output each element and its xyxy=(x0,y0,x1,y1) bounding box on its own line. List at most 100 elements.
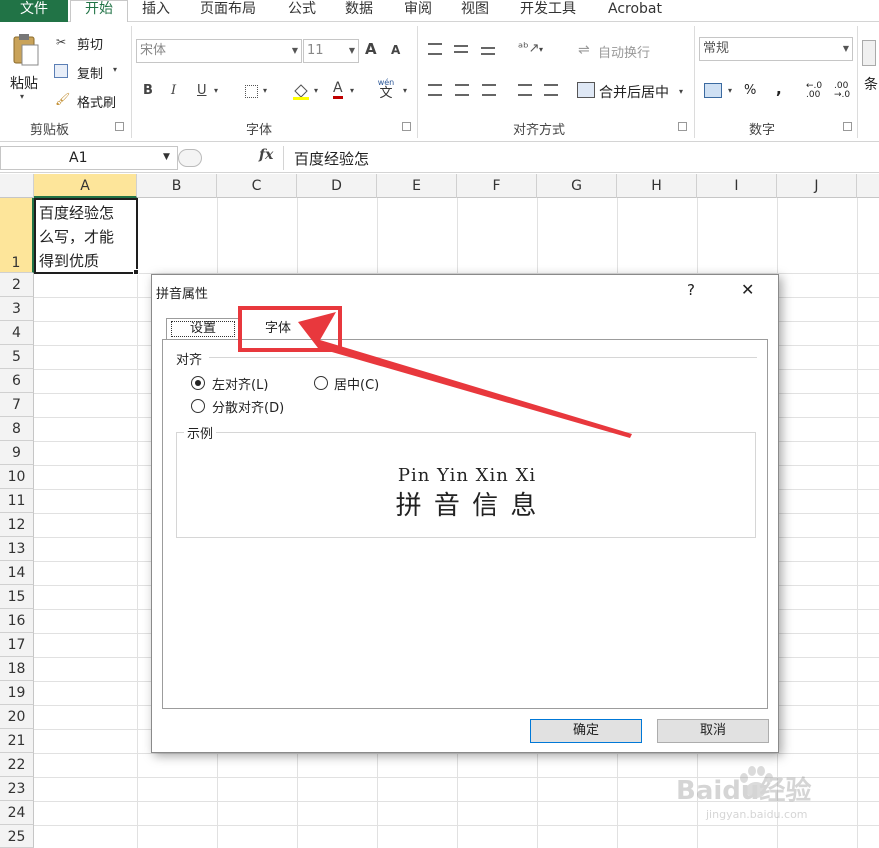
help-button[interactable]: ? xyxy=(687,281,695,299)
orientation-dropdown-icon[interactable]: ▾ xyxy=(539,45,543,54)
cell-a1[interactable]: 百度经验怎 么写，才能 得到优质 xyxy=(34,198,138,274)
tab-settings[interactable]: 设置 xyxy=(166,318,240,339)
border-icon[interactable] xyxy=(245,85,258,98)
row-header-12[interactable]: 12 xyxy=(0,513,34,537)
column-header-b[interactable]: B xyxy=(137,174,217,198)
name-box[interactable]: A1 ▼ xyxy=(0,146,178,170)
conditional-format-button[interactable]: 条 xyxy=(864,74,878,94)
phonetic-guide-icon[interactable]: wén 文 xyxy=(376,79,396,101)
underline-dropdown-icon[interactable]: ▾ xyxy=(214,86,218,95)
cut-button[interactable]: 剪切 xyxy=(77,34,103,53)
align-middle-icon[interactable] xyxy=(454,45,468,53)
column-header-e[interactable]: E xyxy=(377,174,457,198)
tab-formulas[interactable]: 公式 xyxy=(288,0,316,22)
comma-button[interactable]: , xyxy=(776,80,782,98)
border-dropdown-icon[interactable]: ▾ xyxy=(263,86,267,95)
radio-distributed-label[interactable]: 分散对齐(D) xyxy=(212,397,284,416)
paste-icon[interactable] xyxy=(10,33,40,67)
row-header-23[interactable]: 23 xyxy=(0,777,34,801)
merge-dropdown-icon[interactable]: ▾ xyxy=(679,87,683,96)
formula-input[interactable]: 百度经验怎 xyxy=(294,148,369,169)
tab-page-layout[interactable]: 页面布局 xyxy=(200,0,256,22)
row-header-9[interactable]: 9 xyxy=(0,441,34,465)
format-painter-button[interactable]: 格式刷 xyxy=(77,92,116,111)
font-color-icon[interactable]: A xyxy=(333,81,343,99)
align-center-icon[interactable] xyxy=(455,84,469,96)
row-header-15[interactable]: 15 xyxy=(0,585,34,609)
align-right-icon[interactable] xyxy=(482,84,496,96)
tab-acrobat[interactable]: Acrobat xyxy=(608,0,662,22)
row-header-3[interactable]: 3 xyxy=(0,297,34,321)
column-header-g[interactable]: G xyxy=(537,174,617,198)
column-header-c[interactable]: C xyxy=(217,174,297,198)
grow-font-icon[interactable]: A xyxy=(365,40,377,58)
phonetic-dropdown-icon[interactable]: ▾ xyxy=(403,86,407,95)
column-header-f[interactable]: F xyxy=(457,174,537,198)
paste-dropdown-icon[interactable]: ▾ xyxy=(20,92,24,101)
row-header-2[interactable]: 2 xyxy=(0,273,34,297)
row-header-8[interactable]: 8 xyxy=(0,417,34,441)
ok-button[interactable]: 确定 xyxy=(530,719,642,743)
font-size-combo[interactable]: 11 ▼ xyxy=(303,39,359,63)
tab-file[interactable]: 文件 xyxy=(0,0,68,22)
increase-decimal-button[interactable]: ←.0 .00 xyxy=(806,82,828,100)
column-header-h[interactable]: H xyxy=(617,174,697,198)
percent-button[interactable]: % xyxy=(744,83,756,98)
underline-button[interactable]: U xyxy=(197,83,207,98)
align-top-icon[interactable] xyxy=(428,43,442,55)
row-header-19[interactable]: 19 xyxy=(0,681,34,705)
radio-align-left-label[interactable]: 左对齐(L) xyxy=(212,374,268,393)
alignment-launcher-icon[interactable] xyxy=(678,122,687,131)
row-header-16[interactable]: 16 xyxy=(0,609,34,633)
column-header-i[interactable]: I xyxy=(697,174,777,198)
row-header-14[interactable]: 14 xyxy=(0,561,34,585)
copy-dropdown-icon[interactable]: ▾ xyxy=(113,65,117,74)
row-header-1[interactable]: 1 xyxy=(0,198,34,273)
column-header-d[interactable]: D xyxy=(297,174,377,198)
fill-handle[interactable] xyxy=(133,269,139,275)
fill-dropdown-icon[interactable]: ▾ xyxy=(314,86,318,95)
radio-align-left[interactable] xyxy=(191,376,205,390)
number-format-combo[interactable]: 常规 ▼ xyxy=(699,37,853,61)
row-header-25[interactable]: 25 xyxy=(0,825,34,848)
merge-center-button[interactable]: 合并后居中 xyxy=(599,82,669,102)
align-bottom-icon[interactable] xyxy=(481,47,495,55)
radio-distributed[interactable] xyxy=(191,399,205,413)
decrease-decimal-button[interactable]: .00 →.0 xyxy=(834,82,856,100)
font-launcher-icon[interactable] xyxy=(402,122,411,131)
row-header-5[interactable]: 5 xyxy=(0,345,34,369)
insert-function-icon[interactable]: fx xyxy=(259,147,273,163)
row-header-6[interactable]: 6 xyxy=(0,369,34,393)
row-header-11[interactable]: 11 xyxy=(0,489,34,513)
row-header-10[interactable]: 10 xyxy=(0,465,34,489)
fill-color-icon[interactable] xyxy=(292,82,310,100)
row-header-7[interactable]: 7 xyxy=(0,393,34,417)
row-header-21[interactable]: 21 xyxy=(0,729,34,753)
row-header-22[interactable]: 22 xyxy=(0,753,34,777)
accounting-format-icon[interactable] xyxy=(704,83,722,98)
tab-insert[interactable]: 插入 xyxy=(142,0,170,22)
paste-button[interactable]: 粘贴 xyxy=(10,73,38,93)
accounting-dropdown-icon[interactable]: ▾ xyxy=(728,86,732,95)
tab-data[interactable]: 数据 xyxy=(345,0,373,22)
align-left-icon[interactable] xyxy=(428,84,442,96)
tab-view[interactable]: 视图 xyxy=(461,0,489,22)
copy-button[interactable]: 复制 xyxy=(77,63,103,82)
row-header-4[interactable]: 4 xyxy=(0,321,34,345)
row-header-17[interactable]: 17 xyxy=(0,633,34,657)
close-icon[interactable]: ✕ xyxy=(741,280,754,299)
column-header-a[interactable]: A xyxy=(34,174,137,198)
clipboard-launcher-icon[interactable] xyxy=(115,122,124,131)
column-header-j[interactable]: J xyxy=(777,174,857,198)
row-header-24[interactable]: 24 xyxy=(0,801,34,825)
shrink-font-icon[interactable]: A xyxy=(391,43,400,57)
tab-developer[interactable]: 开发工具 xyxy=(520,0,576,22)
select-all-corner[interactable] xyxy=(0,174,34,198)
orientation-icon[interactable]: ᵃᵇ↗ xyxy=(518,41,540,56)
row-header-20[interactable]: 20 xyxy=(0,705,34,729)
increase-indent-icon[interactable] xyxy=(544,84,558,96)
font-name-combo[interactable]: 宋体 ▼ xyxy=(136,39,302,63)
bold-button[interactable]: B xyxy=(143,83,153,98)
tab-review[interactable]: 审阅 xyxy=(404,0,432,22)
italic-button[interactable]: I xyxy=(171,83,176,98)
